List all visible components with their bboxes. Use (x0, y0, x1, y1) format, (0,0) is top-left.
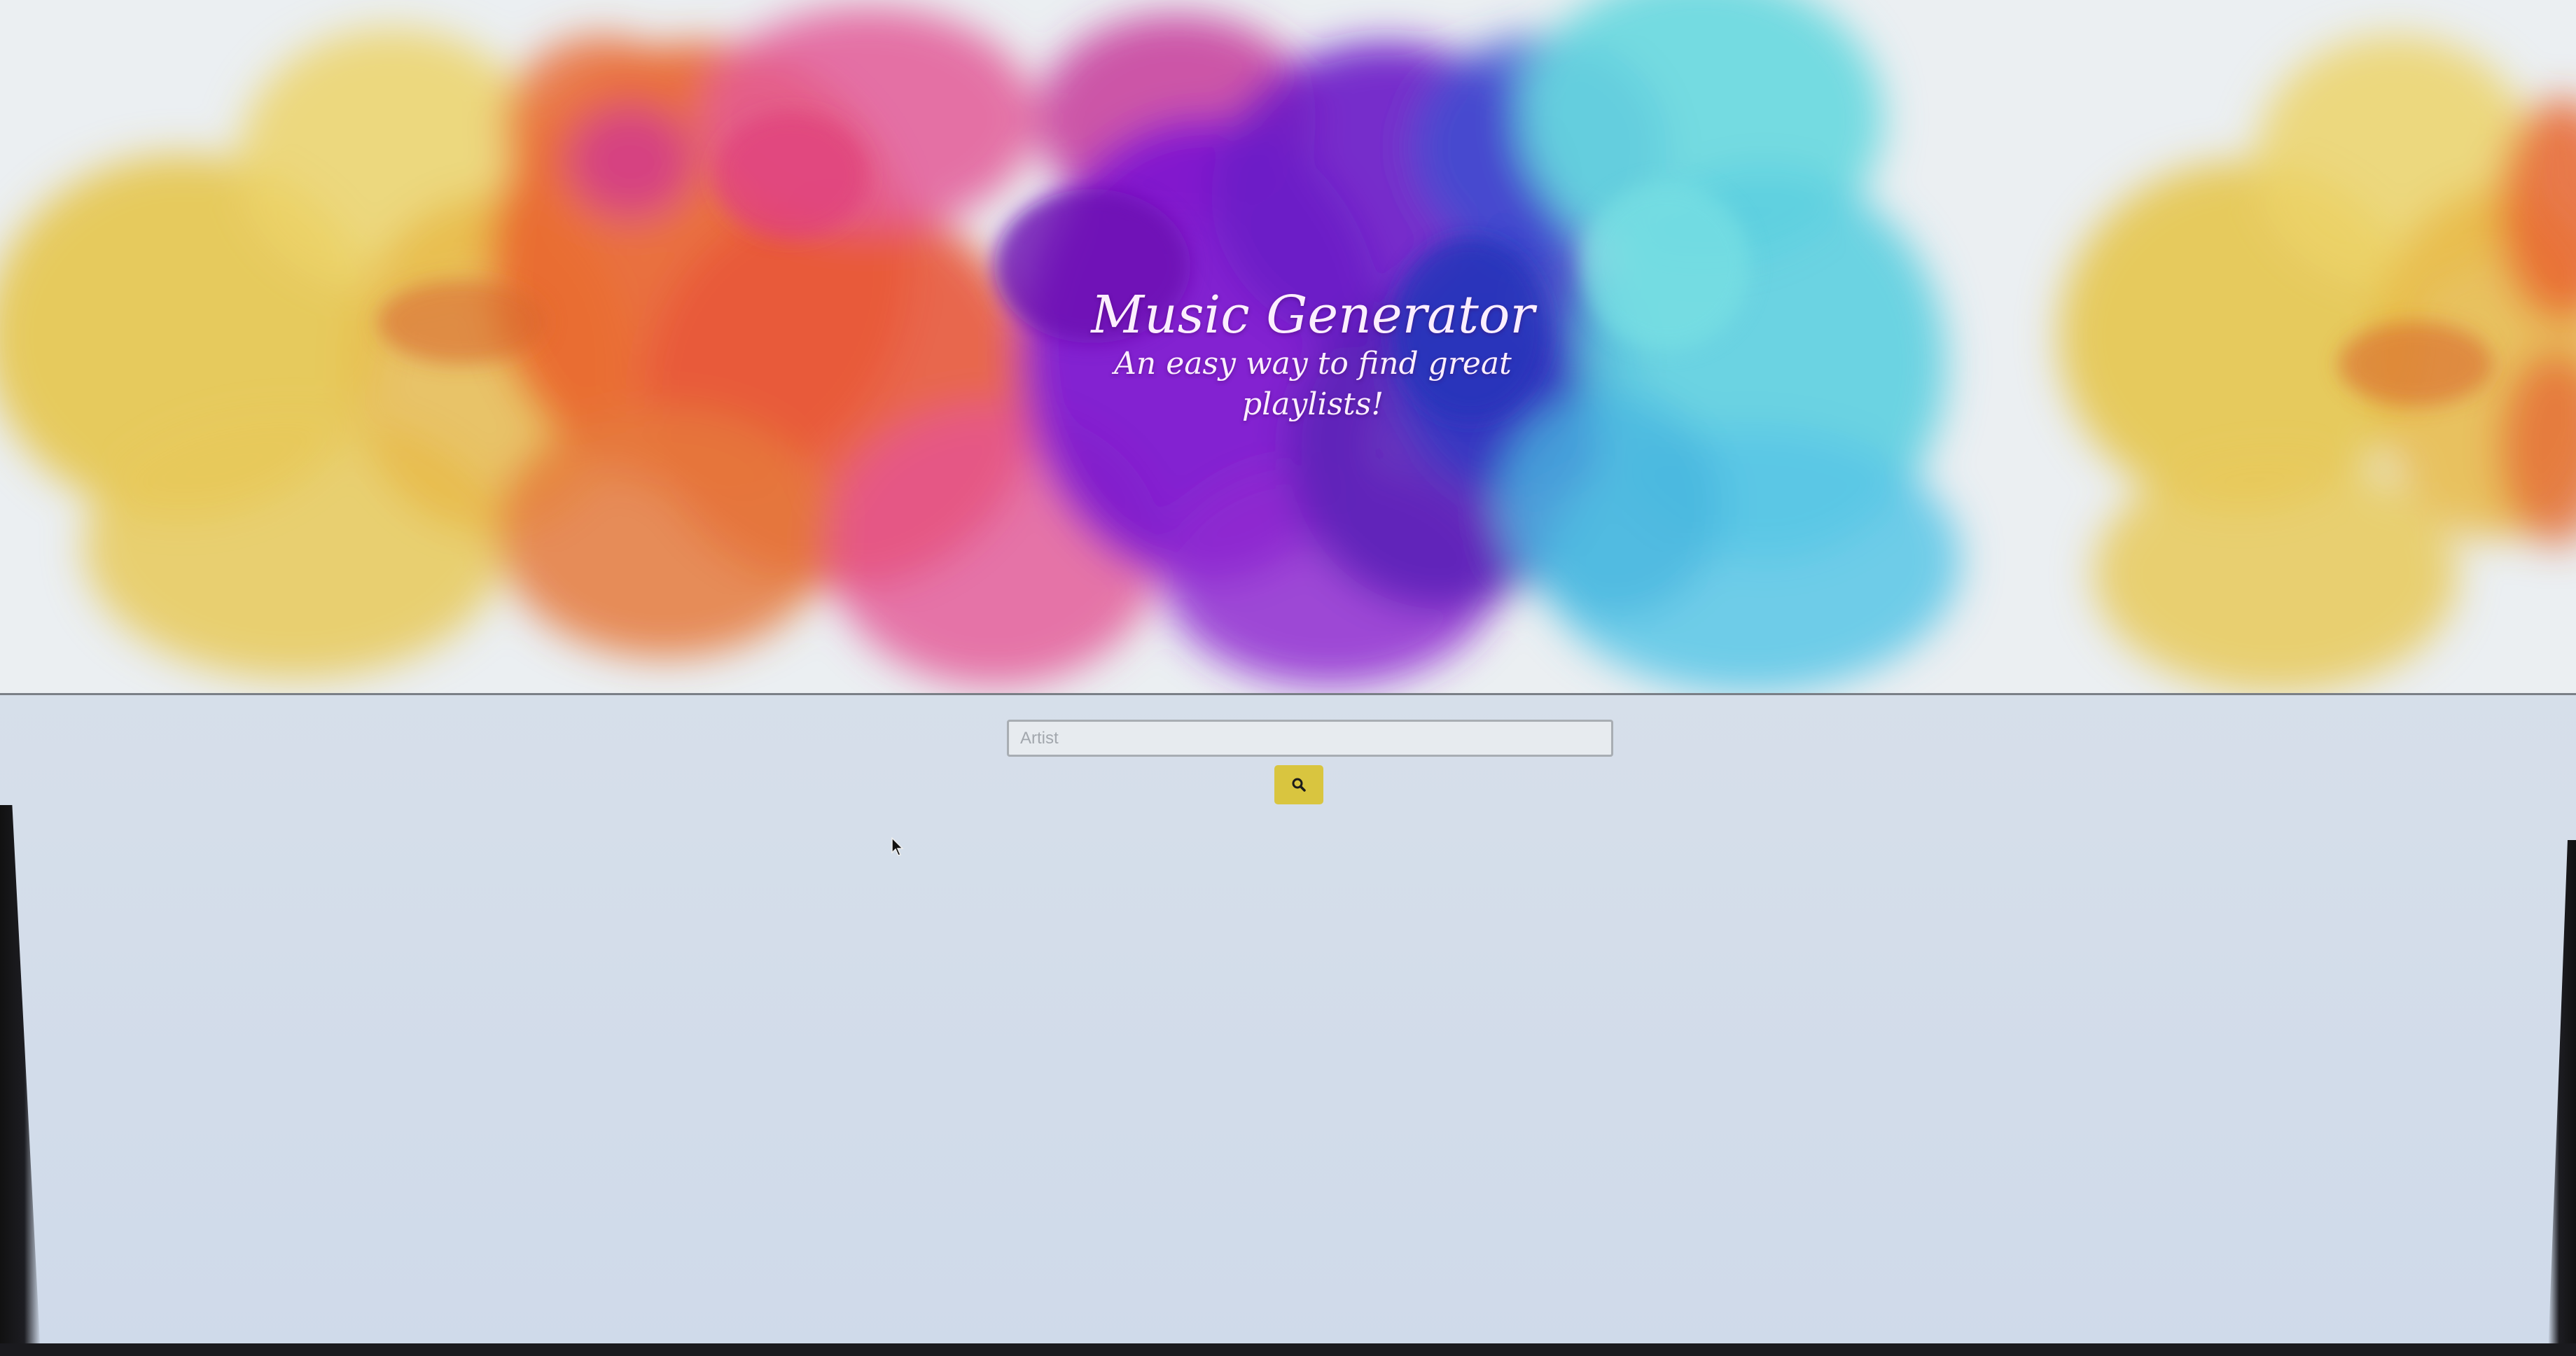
banner-text: Music Generator An easy way to find grea… (1050, 285, 1575, 424)
page-title: Music Generator (1091, 285, 1535, 345)
artist-search-input[interactable] (1007, 720, 1613, 757)
page-subtitle: An easy way to find great playlists! (1114, 346, 1512, 422)
header-banner: Music Generator An easy way to find grea… (0, 0, 2576, 695)
mouse-cursor-icon (891, 837, 904, 856)
search-button[interactable] (1274, 765, 1323, 804)
search-icon (1292, 778, 1306, 792)
monitor-bezel-bottom (0, 1343, 2576, 1356)
browser-viewport: Music Generator An easy way to find grea… (0, 0, 2576, 1356)
